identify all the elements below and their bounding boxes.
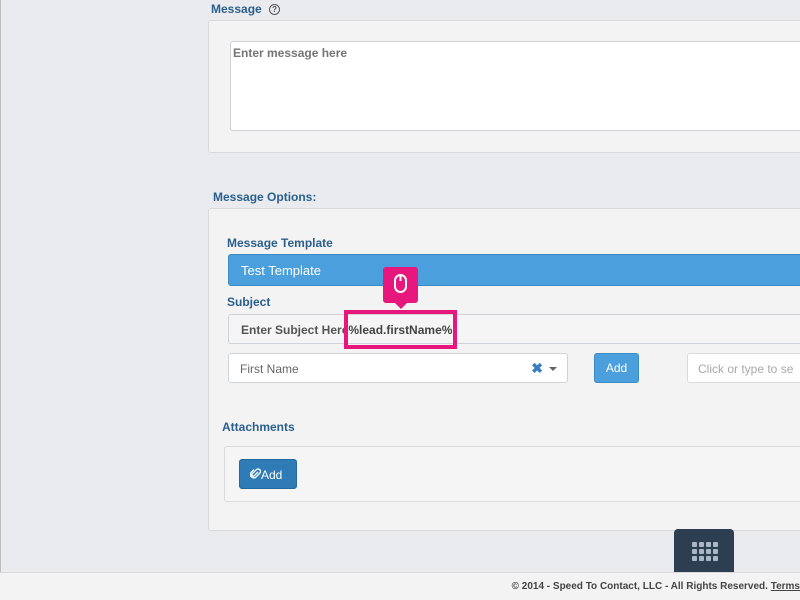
message-template-select[interactable]: Test Template — [228, 254, 800, 286]
copyright-text: © 2014 - Speed To Contact, LLC - All Rig… — [511, 581, 768, 592]
grid-menu-button[interactable] — [674, 529, 734, 573]
add-attachment-button[interactable]: Add — [239, 459, 297, 489]
message-template-label: Message Template — [227, 236, 333, 250]
add-attachment-label: Add — [261, 468, 283, 482]
mouse-icon — [394, 274, 407, 293]
message-label-wrap: Message ? — [211, 2, 281, 16]
mouse-icon-badge — [383, 267, 418, 309]
attachments-label: Attachments — [222, 420, 295, 434]
clear-icon[interactable]: ✖ — [531, 360, 543, 377]
help-icon[interactable]: ? — [269, 4, 281, 15]
grid-menu-icon — [692, 542, 718, 561]
chevron-down-icon[interactable] — [549, 367, 557, 371]
attachments-box — [224, 446, 800, 502]
subject-label: Subject — [227, 295, 271, 309]
message-textarea[interactable] — [230, 41, 800, 131]
paperclip-icon — [249, 468, 262, 479]
tag-input[interactable]: Click or type to se — [687, 353, 800, 383]
field-select[interactable]: First Name ✖ — [228, 353, 568, 383]
footer: © 2014 - Speed To Contact, LLC - All Rig… — [0, 572, 800, 600]
subject-input[interactable]: Enter Subject Here%lead.firstName% — [228, 314, 800, 344]
subject-variable: %lead.firstName% — [348, 323, 453, 337]
message-label: Message — [211, 2, 262, 16]
footer-text: © 2014 - Speed To Contact, LLC - All Rig… — [512, 581, 800, 592]
message-options-label: Message Options: — [213, 190, 317, 204]
add-field-button[interactable]: Add — [594, 353, 639, 383]
terms-link[interactable]: Terms — [771, 581, 800, 592]
subject-text: Enter Subject Here — [241, 323, 349, 337]
field-select-value: First Name — [240, 362, 299, 376]
